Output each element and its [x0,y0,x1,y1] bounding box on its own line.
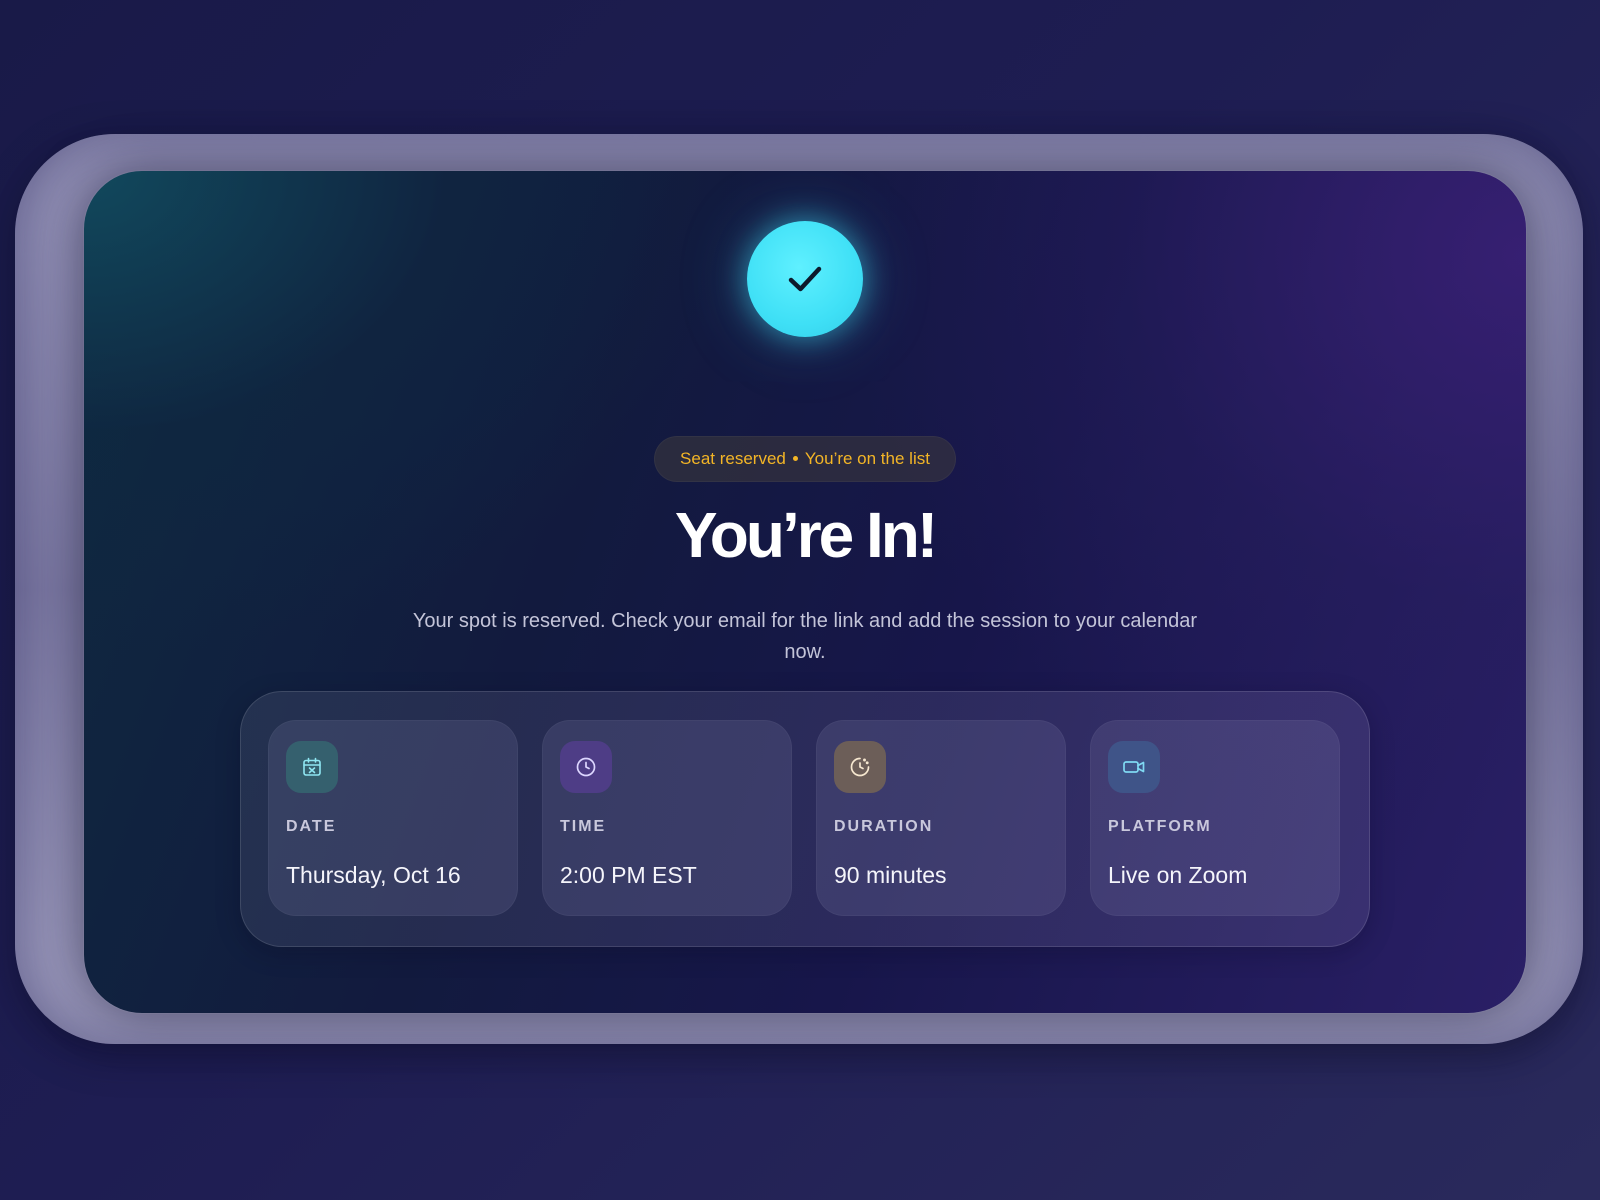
video-camera-icon [1108,741,1160,793]
detail-card-time: TIME 2:00 PM EST [542,720,792,916]
detail-card-date: DATE Thursday, Oct 16 [268,720,518,916]
calendar-icon [286,741,338,793]
detail-label: DURATION [834,818,934,835]
page-title: You’re In! [674,499,938,571]
check-icon [785,259,825,299]
detail-value: Live on Zoom [1108,862,1248,888]
success-badge [747,221,863,337]
detail-value: 2:00 PM EST [560,862,697,888]
timer-icon [834,741,886,793]
status-pill-secondary: You’re on the list [804,449,930,468]
detail-value: Thursday, Oct 16 [286,862,461,888]
confirmation-card: Seat reserved You’re on the list You’re … [84,171,1526,1013]
status-pill: Seat reserved You’re on the list [654,436,956,482]
clock-icon [560,741,612,793]
detail-label: PLATFORM [1108,818,1212,835]
detail-card-duration: DURATION 90 minutes [816,720,1066,916]
detail-value: 90 minutes [834,862,947,888]
detail-label: DATE [286,818,337,835]
separator-dot-icon [792,455,798,461]
detail-card-platform: PLATFORM Live on Zoom [1090,720,1340,916]
confirmation-message: Your spot is reserved. Check your email … [412,610,1198,663]
status-pill-primary: Seat reserved [680,449,786,468]
detail-label: TIME [560,818,607,835]
session-details-panel: DATE Thursday, Oct 16 TIME 2:00 PM EST D… [240,691,1370,947]
